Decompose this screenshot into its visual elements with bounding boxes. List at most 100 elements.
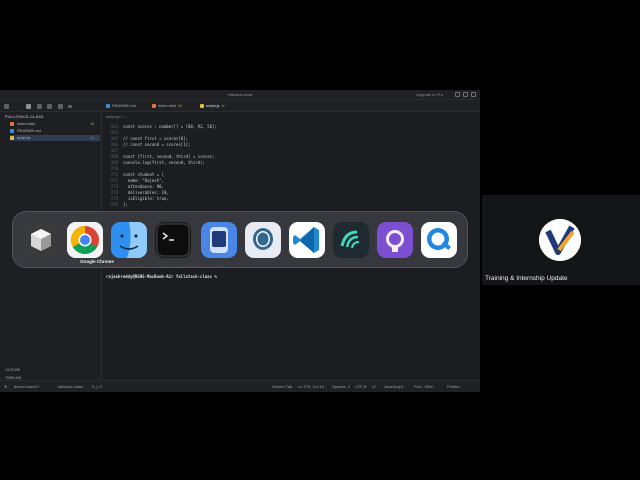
window-title: fullstack-class — [227, 92, 253, 97]
live-server-port[interactable]: Port : 5500 — [414, 384, 434, 389]
upgrade-button[interactable]: Upgrade to Pro — [416, 92, 443, 97]
line-number: 264 — [110, 130, 118, 135]
vscode-icon — [289, 222, 325, 258]
dock-item-postgresql[interactable] — [245, 222, 281, 258]
breadcrumb[interactable]: script.js > ... — [106, 114, 127, 119]
code-text: // const second = scores[1]; — [123, 142, 191, 147]
sidebar-toggle-icon[interactable] — [4, 104, 9, 109]
markdown-file-icon — [10, 128, 14, 133]
toggle-panel-icon[interactable] — [463, 92, 468, 97]
dock-item-simulator[interactable] — [201, 222, 237, 258]
simulator-app-icon — [201, 222, 237, 258]
dock-item-terminal[interactable] — [155, 222, 191, 258]
line-number: 273 — [110, 184, 118, 189]
extensions-icon[interactable] — [58, 104, 63, 109]
tab-label: index.html — [158, 103, 177, 108]
dock-item-package-app[interactable] — [23, 222, 59, 258]
github-desktop-icon — [377, 222, 413, 258]
quicktime-icon — [421, 222, 457, 258]
brand-logo-icon — [539, 219, 581, 261]
indentation[interactable]: Spaces: 2 — [332, 384, 350, 389]
line-number: 275 — [110, 196, 118, 201]
file-name: index.html — [17, 121, 36, 126]
explorer-icon[interactable] — [26, 104, 31, 109]
prettier-status[interactable]: Prettier — [447, 384, 460, 389]
file-script-js[interactable]: script.js U — [10, 135, 100, 141]
dock-item-github-desktop[interactable] — [377, 222, 413, 258]
tab-readme[interactable]: README.md — [106, 103, 136, 108]
html-file-icon — [10, 121, 14, 126]
code-text: // const first = scores[0]; — [123, 136, 189, 141]
code-text: name: "Rajesh", — [123, 178, 164, 183]
code-text: console.log(first, second, third); — [123, 160, 205, 165]
file-readme[interactable]: README.md — [10, 128, 100, 134]
dock-item-wave-app[interactable] — [333, 222, 369, 258]
encoding[interactable]: UTF-8 — [355, 384, 366, 389]
status-bar: ⊕ demo-branch* fullstack-class 0 △ 0 Scr… — [0, 380, 480, 392]
activity-bar — [0, 100, 102, 112]
modified-badge: M — [178, 103, 182, 108]
remote-icon[interactable]: ⊕ — [4, 384, 7, 389]
code-text: const scores : number[] = [88, 92, 56]; — [123, 124, 217, 129]
branch-indicator[interactable]: demo-branch* — [14, 384, 39, 389]
video-participant-tile[interactable]: Training & Internship Update — [482, 195, 640, 285]
tab-index-html[interactable]: index.html M — [152, 103, 182, 108]
file-name: script.js — [17, 135, 31, 140]
dock-item-vscode[interactable] — [289, 222, 325, 258]
file-index-html[interactable]: index.html M — [10, 121, 100, 127]
participant-name: Training & Internship Update — [485, 275, 568, 282]
language-mode[interactable]: JavaScript — [384, 384, 403, 389]
line-number: 271 — [110, 172, 118, 177]
postgresql-icon — [245, 222, 281, 258]
app-dock: Google Chrome — [12, 211, 468, 268]
search-icon[interactable] — [37, 104, 42, 109]
title-bar: fullstack-class Upgrade to Pro — [0, 90, 480, 100]
untracked-badge: U — [91, 135, 94, 140]
tab-label: script.js — [206, 103, 220, 108]
code-text: const [first, second, third] = scores; — [123, 154, 215, 159]
line-number: 276 — [110, 202, 118, 207]
project-indicator[interactable]: fullstack-class — [58, 384, 83, 389]
outline-section[interactable]: OUTLINE — [5, 368, 20, 372]
code-text: const student = { — [123, 172, 164, 177]
dock-item-quicktime[interactable] — [421, 222, 457, 258]
code-line[interactable]: 276}; — [102, 202, 472, 208]
toggle-sidebar-icon[interactable] — [455, 92, 460, 97]
code-text: }; — [123, 202, 128, 207]
end-of-line[interactable]: LF — [372, 384, 377, 389]
source-control-icon[interactable] — [47, 104, 52, 109]
tab-script-js[interactable]: script.js U — [200, 103, 224, 108]
participant-logo — [539, 219, 581, 261]
tab-label: README.md — [112, 103, 136, 108]
layout-controls — [455, 92, 476, 97]
line-number: 269 — [110, 160, 118, 165]
chrome-icon — [67, 222, 103, 258]
dock-item-finder[interactable] — [111, 222, 147, 258]
line-number: 272 — [110, 178, 118, 183]
line-number: 266 — [110, 142, 118, 147]
toggle-secondary-sidebar-icon[interactable] — [471, 92, 476, 97]
file-name: README.md — [17, 128, 41, 133]
code-text: isEligible: true, — [123, 196, 169, 201]
finder-icon — [111, 222, 147, 258]
line-number: 265 — [110, 136, 118, 141]
line-number: 263 — [110, 124, 118, 129]
line-number: 267 — [110, 148, 118, 153]
dock-item-chrome[interactable] — [67, 222, 103, 258]
cursor-position[interactable]: Ln 279, Col 19 — [298, 384, 324, 389]
line-number: 268 — [110, 154, 118, 159]
line-number: 274 — [110, 190, 118, 195]
dock-tooltip: Google Chrome — [80, 259, 114, 264]
wave-app-icon — [333, 222, 369, 258]
chevron-down-icon[interactable] — [68, 105, 72, 108]
terminal-icon — [155, 222, 191, 258]
terminal-prompt[interactable]: rajeshreddy@RGHS-MacBook-Air fullstack-c… — [106, 274, 217, 279]
line-number: 270 — [110, 166, 118, 171]
package-app-icon — [23, 222, 59, 258]
code-text: deliverables: 10, — [123, 190, 169, 195]
editor-tabs: README.md index.html M script.js U — [102, 100, 480, 112]
problems-indicator[interactable]: 0 △ 0 — [92, 384, 102, 389]
screen-indicator[interactable]: Screen Tab — [272, 384, 292, 389]
modified-badge: M — [90, 121, 94, 126]
js-file-icon — [200, 103, 204, 108]
